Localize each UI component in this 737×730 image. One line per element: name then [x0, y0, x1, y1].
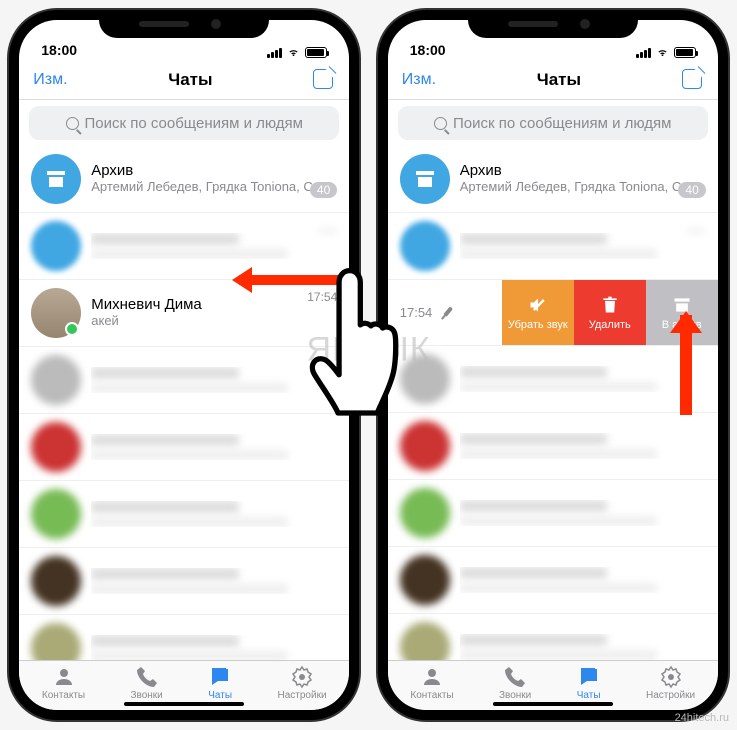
- wifi-icon: [286, 47, 301, 58]
- chat-row-blurred[interactable]: [388, 346, 718, 413]
- signal-icon: [267, 48, 282, 58]
- home-indicator[interactable]: [124, 702, 244, 706]
- archive-row[interactable]: Архив Артемий Лебедев, Грядка Toniona, C…: [388, 146, 718, 213]
- arrow-up-annotation: [670, 295, 700, 415]
- edit-button[interactable]: Изм.: [402, 71, 436, 89]
- chat-row-blurred[interactable]: [388, 480, 718, 547]
- chat-row-blurred[interactable]: [19, 548, 349, 615]
- search-bar[interactable]: Поиск по сообщениям и людям: [29, 106, 339, 140]
- compose-icon: [313, 69, 333, 89]
- nav-title: Чаты: [537, 70, 581, 90]
- chat-row-blurred[interactable]: [388, 413, 718, 480]
- wifi-icon: [655, 47, 670, 58]
- tab-settings[interactable]: Настройки: [278, 665, 327, 701]
- delete-button[interactable]: Удалить: [574, 280, 646, 345]
- archive-title: Архив: [91, 162, 337, 179]
- battery-icon: [674, 47, 696, 58]
- chat-row-blurred[interactable]: [388, 614, 718, 660]
- tab-contacts[interactable]: Контакты: [42, 665, 85, 701]
- nav-title: Чаты: [168, 70, 212, 90]
- signal-icon: [636, 48, 651, 58]
- search-placeholder: Поиск по сообщениям и людям: [85, 115, 304, 132]
- chat-list[interactable]: Архив Артемий Лебедев, Грядка Toniona, C…: [388, 146, 718, 660]
- source-watermark: 24hitech.ru: [675, 712, 729, 724]
- edit-button[interactable]: Изм.: [33, 71, 67, 89]
- tab-contacts[interactable]: Контакты: [410, 665, 453, 701]
- archive-title: Архив: [460, 162, 706, 179]
- avatar: [31, 221, 81, 271]
- archive-icon: [400, 154, 450, 204]
- mute-button[interactable]: Убрать звук: [502, 280, 574, 345]
- archive-row[interactable]: Архив Артемий Лебедев, Грядка Toniona, C…: [19, 146, 349, 213]
- archive-icon: [31, 154, 81, 204]
- search-bar[interactable]: Поиск по сообщениям и людям: [398, 106, 708, 140]
- tab-chats[interactable]: Чаты: [577, 665, 601, 701]
- archive-count: 40: [310, 182, 337, 198]
- compose-button[interactable]: [682, 69, 704, 91]
- avatar: [31, 288, 81, 338]
- home-indicator[interactable]: [493, 702, 613, 706]
- compose-icon: [682, 69, 702, 89]
- chat-row-swiped: 17:54 Убрать звук Удалить В архив: [388, 280, 718, 346]
- nav-header: Изм. Чаты: [388, 60, 718, 100]
- chat-row-blurred[interactable]: [19, 615, 349, 660]
- chat-row-blurred[interactable]: [19, 481, 349, 548]
- status-time: 18:00: [41, 42, 77, 58]
- status-icons: [636, 47, 696, 58]
- chat-row-blurred[interactable]: --:--: [388, 213, 718, 280]
- tab-calls[interactable]: Звонки: [130, 665, 162, 701]
- screen-right: 18:00 Изм. Чаты Поиск по сообщениям и лю…: [388, 20, 718, 710]
- status-icons: [267, 47, 327, 58]
- nav-header: Изм. Чаты: [19, 60, 349, 100]
- search-icon: [434, 117, 447, 130]
- archive-count: 40: [678, 182, 705, 198]
- tab-settings[interactable]: Настройки: [646, 665, 695, 701]
- notch: [99, 10, 269, 38]
- battery-icon: [305, 47, 327, 58]
- mute-icon: [528, 295, 548, 315]
- tab-calls[interactable]: Звонки: [499, 665, 531, 701]
- status-time: 18:00: [410, 42, 446, 58]
- search-icon: [66, 117, 79, 130]
- notch: [468, 10, 638, 38]
- pointing-hand-icon: [300, 260, 410, 430]
- archive-subtitle: Артемий Лебедев, Грядка Toniona, CocoaHe…: [91, 179, 337, 196]
- compose-button[interactable]: [313, 69, 335, 91]
- tab-chats[interactable]: Чаты: [208, 665, 232, 701]
- archive-subtitle: Артемий Лебедев, Грядка Toniona, CocoaHe…: [460, 179, 706, 196]
- search-placeholder: Поиск по сообщениям и людям: [453, 115, 672, 132]
- pin-icon: [437, 303, 457, 323]
- trash-icon: [600, 295, 620, 315]
- chat-row-blurred[interactable]: [388, 547, 718, 614]
